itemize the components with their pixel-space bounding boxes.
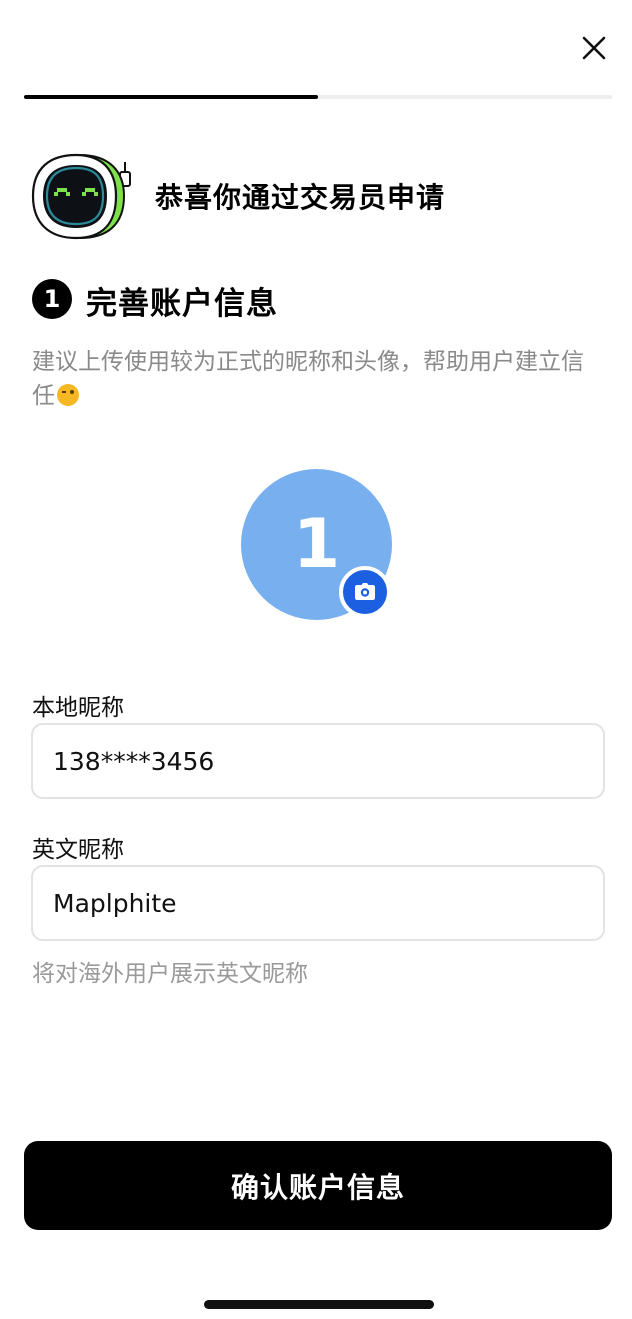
english-nickname-hint: 将对海外用户展示英文昵称 <box>32 961 308 987</box>
winking-face-emoji-icon <box>57 384 79 406</box>
step-title: 完善账户信息 <box>86 286 278 322</box>
local-nickname-input[interactable] <box>33 725 603 797</box>
english-nickname-input[interactable] <box>33 867 603 939</box>
step-hint-text: 建议上传使用较为正式的昵称和头像，帮助用户建立信任 <box>32 349 584 409</box>
camera-icon <box>355 583 375 600</box>
home-indicator <box>204 1300 434 1309</box>
close-button[interactable] <box>576 30 612 66</box>
confirm-account-info-button[interactable]: 确认账户信息 <box>24 1141 612 1230</box>
congrats-title: 恭喜你通过交易员申请 <box>155 181 446 214</box>
avatar-initial: 1 <box>292 505 341 584</box>
close-icon <box>582 36 606 60</box>
progress-bar <box>24 95 612 99</box>
step-hint: 建议上传使用较为正式的昵称和头像，帮助用户建立信任 <box>32 345 602 413</box>
progress-bar-fill <box>24 95 318 99</box>
robot-mascot-icon <box>28 150 138 242</box>
step-number-badge: 1 <box>32 279 72 319</box>
upload-avatar-button[interactable] <box>339 566 391 618</box>
local-nickname-label: 本地昵称 <box>32 695 124 721</box>
english-nickname-field-wrapper <box>31 865 605 941</box>
english-nickname-label: 英文昵称 <box>32 837 124 863</box>
local-nickname-field-wrapper <box>31 723 605 799</box>
